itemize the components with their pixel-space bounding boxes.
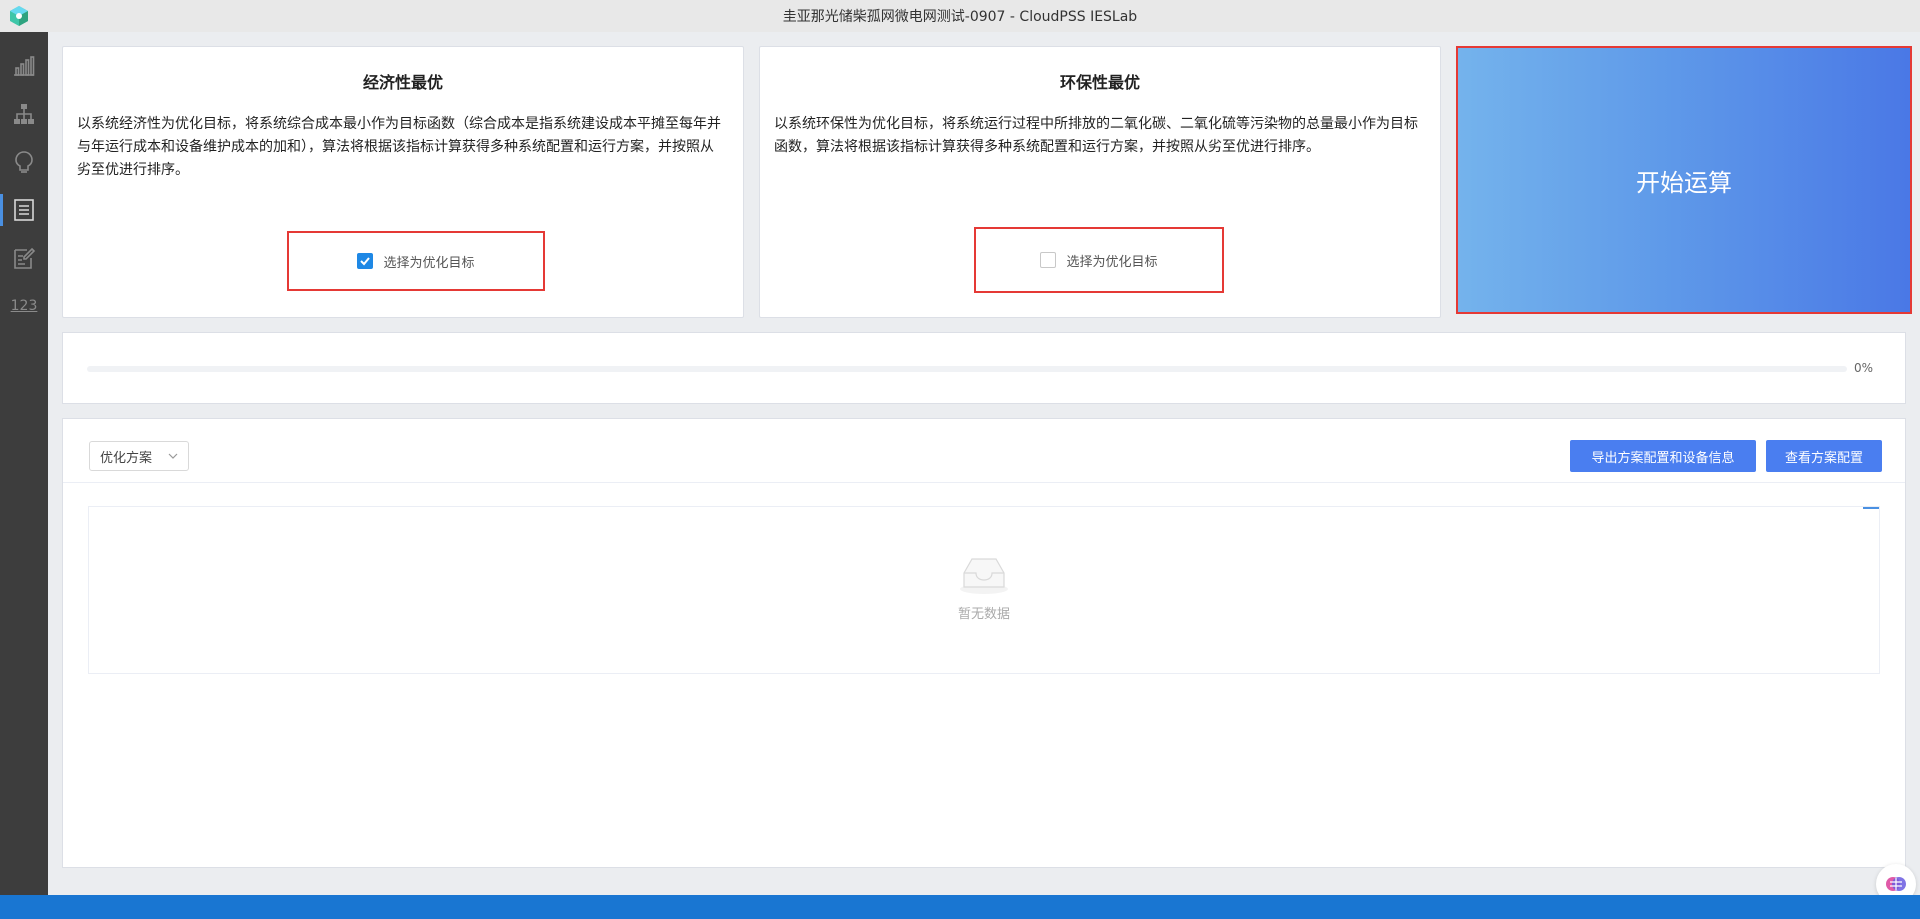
sidebar-item-scheme[interactable] — [0, 186, 48, 234]
export-config-button[interactable]: 导出方案配置和设备信息 — [1570, 440, 1756, 472]
economic-objective-checkbox[interactable]: 选择为优化目标 — [287, 231, 545, 291]
economic-title: 经济性最优 — [362, 73, 443, 92]
sidebar: 123 — [0, 32, 48, 895]
checkbox-unchecked-icon[interactable] — [1040, 252, 1057, 268]
environmental-objective-checkbox[interactable]: 选择为优化目标 — [974, 227, 1224, 293]
view-config-button[interactable]: 查看方案配置 — [1766, 440, 1882, 472]
checkbox-checked-icon[interactable] — [357, 253, 374, 269]
toolbar-divider — [63, 482, 1905, 483]
window-title: 圭亚那光储柴孤网微电网测试-0907 - CloudPSS IESLab — [782, 9, 1138, 25]
economic-description: 以系统经济性为优化目标，将系统综合成本最小作为目标函数（综合成本是指系统建设成本… — [77, 116, 721, 178]
environmental-card: 环保性最优 以系统环保性为优化目标，将系统运行过程中所排放的二氧化碳、二氧化硫等… — [759, 46, 1441, 318]
numeric-icon: 123 — [10, 298, 38, 314]
status-bar — [0, 895, 1920, 919]
scheme-select[interactable]: 优化方案 — [89, 441, 189, 471]
app-logo-icon — [8, 5, 30, 27]
bar-chart-icon — [14, 56, 35, 76]
sidebar-item-numeric[interactable]: 123 — [0, 282, 48, 330]
progress-percent: 0% — [1853, 361, 1873, 375]
table-scroll-indicator — [1863, 507, 1879, 509]
lightbulb-icon — [15, 151, 33, 173]
sidebar-item-edit[interactable] — [0, 234, 48, 282]
sidebar-item-charts[interactable] — [0, 42, 48, 90]
start-calculation-label: 开始运算 — [1636, 168, 1732, 197]
org-chart-icon — [14, 104, 34, 124]
economic-checkbox-label: 选择为优化目标 — [383, 255, 475, 271]
export-config-label: 导出方案配置和设备信息 — [1591, 450, 1735, 466]
edit-doc-icon — [14, 247, 36, 269]
empty-state: 暂无数据 — [89, 553, 1879, 622]
economic-card: 经济性最优 以系统经济性为优化目标，将系统综合成本最小作为目标函数（综合成本是指… — [62, 46, 744, 318]
empty-text: 暂无数据 — [957, 607, 1010, 622]
empty-inbox-icon — [960, 558, 1008, 594]
sidebar-item-ideas[interactable] — [0, 138, 48, 186]
results-table: 暂无数据 — [88, 506, 1880, 674]
sidebar-item-topology[interactable] — [0, 90, 48, 138]
title-bar: 圭亚那光储柴孤网微电网测试-0907 - CloudPSS IESLab — [0, 0, 1920, 32]
chevron-down-icon — [168, 453, 178, 459]
results-card: 优化方案 导出方案配置和设备信息 查看方案配置 暂无数据 — [62, 418, 1906, 868]
progress-card: 0% — [62, 332, 1906, 404]
start-calculation-button[interactable]: 开始运算 — [1456, 46, 1912, 314]
environmental-checkbox-label: 选择为优化目标 — [1066, 254, 1158, 270]
list-doc-icon — [14, 199, 34, 221]
scheme-select-value: 优化方案 — [100, 450, 153, 466]
progress-bar — [87, 366, 1847, 372]
main-content: 经济性最优 以系统经济性为优化目标，将系统综合成本最小作为目标函数（综合成本是指… — [48, 32, 1920, 895]
environmental-description: 以系统环保性为优化目标，将系统运行过程中所排放的二氧化碳、二氧化硫等污染物的总量… — [774, 116, 1418, 155]
environmental-title: 环保性最优 — [1059, 73, 1140, 92]
view-config-label: 查看方案配置 — [1784, 450, 1863, 466]
